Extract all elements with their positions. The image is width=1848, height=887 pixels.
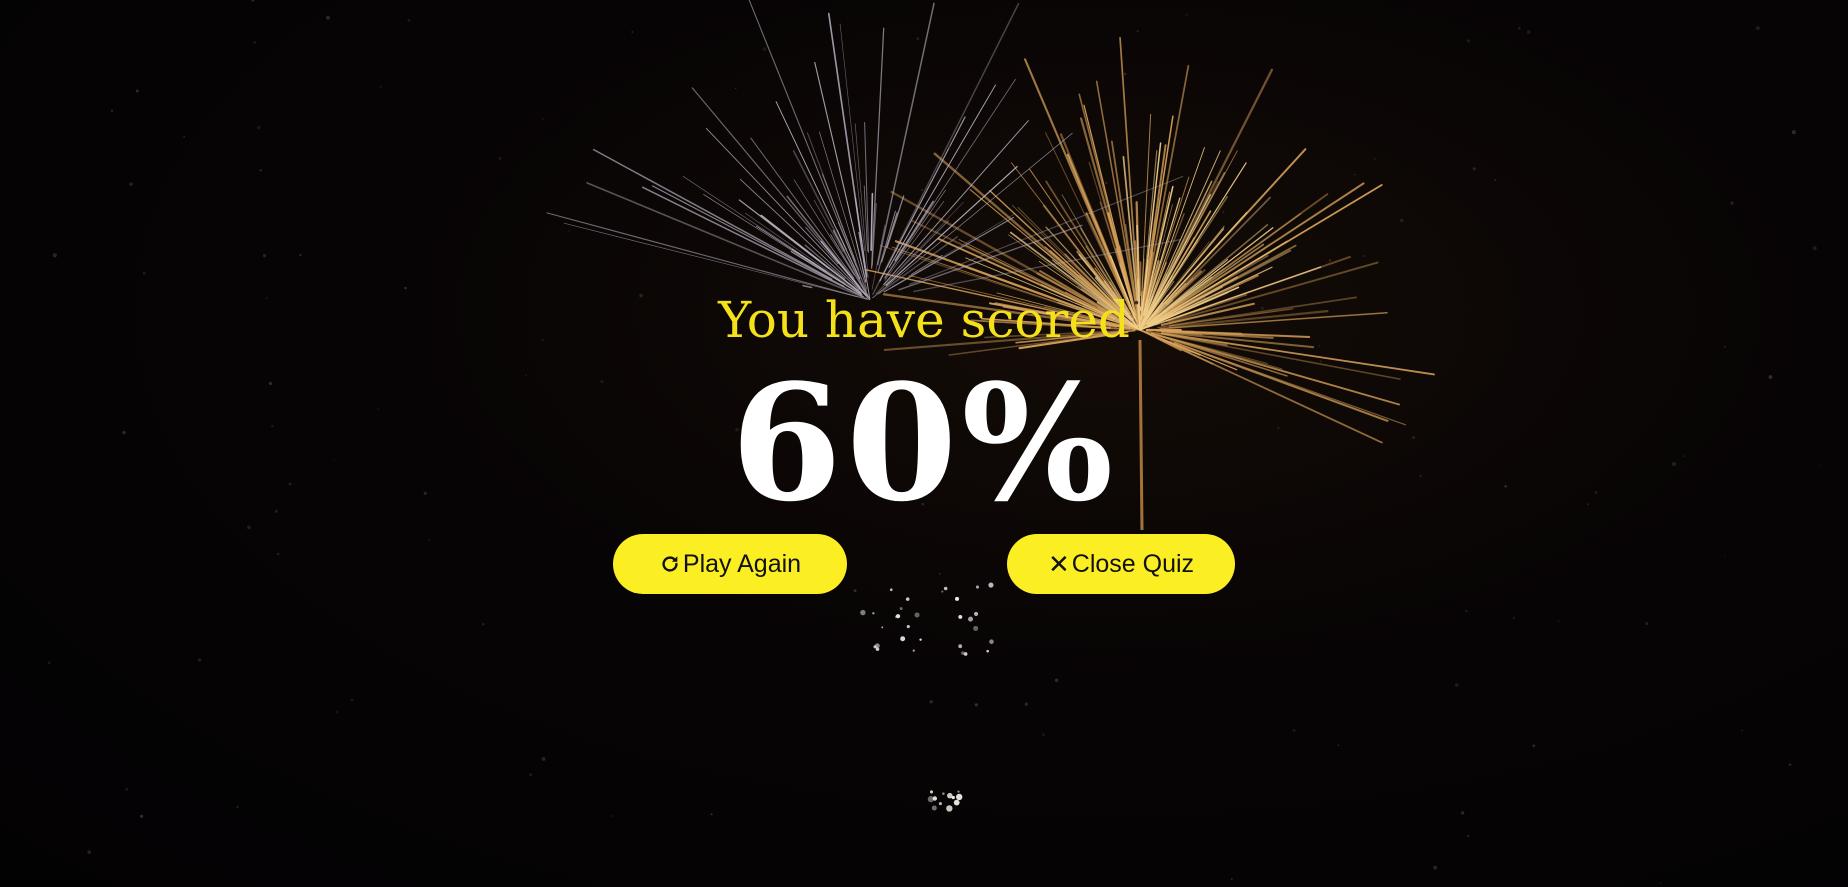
score-heading: You have scored [718, 291, 1130, 349]
quiz-result-screen: You have scored 60% Play Again ✕ Close Q… [0, 0, 1848, 887]
play-again-label: Play Again [682, 549, 802, 578]
close-quiz-label: Close Quiz [1071, 549, 1195, 578]
redo-icon [659, 553, 681, 575]
score-percentage: 60% [730, 349, 1118, 537]
play-again-button[interactable]: Play Again [613, 534, 847, 594]
close-quiz-button[interactable]: ✕ Close Quiz [1007, 534, 1235, 594]
close-icon: ✕ [1047, 549, 1070, 579]
